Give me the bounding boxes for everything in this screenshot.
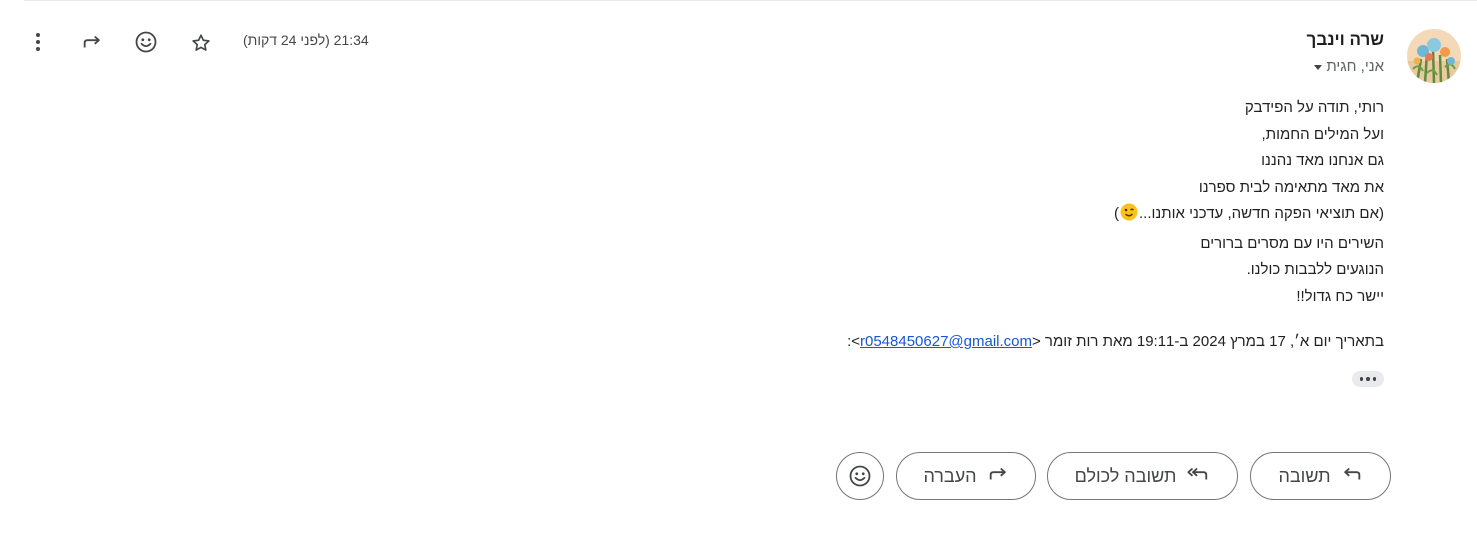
body-line: יישר כח גדול!! — [1296, 287, 1384, 305]
quote-header: בתאריך יום א׳, 17 במרץ 2024 ב-19:11 מאת … — [847, 333, 1384, 350]
reply-button[interactable]: תשובה — [1250, 452, 1391, 500]
message-timestamp: 21:34 (לפני 24 דקות) — [243, 32, 369, 48]
forward-button[interactable]: העברה — [896, 452, 1036, 500]
forward-icon[interactable] — [78, 28, 106, 56]
quote-email-link[interactable]: r0548450627@gmail.com — [860, 333, 1032, 350]
reply-all-label: תשובה לכולם — [1074, 465, 1177, 486]
star-icon[interactable] — [187, 29, 215, 57]
ellipsis-icon — [1366, 377, 1370, 381]
forward-label: העברה — [923, 465, 977, 486]
add-reaction-icon[interactable] — [132, 28, 160, 56]
body-line: (אם תוציאי הפקה חדשה, עדכני אותנו...) — [1114, 201, 1384, 231]
body-line: רותי, תודה על הפידבק — [1244, 99, 1384, 116]
recipients-label: אני, חגית — [1326, 58, 1384, 75]
quote-prefix: בתאריך יום א׳, 17 במרץ 2024 ב-19:11 מאת … — [1032, 333, 1384, 350]
body-line: גם אנחנו מאד נהננו — [1261, 152, 1384, 169]
sender-avatar[interactable] — [1407, 29, 1461, 83]
body-line: את מאד מתאימה לבית ספרנו — [1198, 178, 1384, 196]
wink-emoji-icon — [1120, 203, 1138, 231]
body-text: (אם תוציאי הפקה חדשה, עדכני אותנו... — [1138, 205, 1384, 222]
reply-all-icon — [1186, 463, 1210, 490]
ellipsis-icon — [1359, 377, 1364, 381]
reply-icon — [1341, 463, 1363, 490]
reply-all-button[interactable]: תשובה לכולם — [1047, 452, 1238, 500]
forward-button-icon — [987, 463, 1009, 490]
reply-label: תשובה — [1278, 465, 1331, 486]
body-text: ) — [1113, 205, 1119, 222]
emoji-reaction-button[interactable] — [836, 452, 884, 500]
more-vert-icon[interactable] — [24, 28, 52, 56]
smiley-icon — [849, 465, 871, 487]
divider — [24, 0, 1477, 1]
body-line: ועל המילים החמות, — [1261, 125, 1384, 143]
caret-down-icon — [1314, 65, 1323, 70]
sender-name[interactable]: שרה וינבך — [1307, 30, 1384, 50]
message-body: רותי, תודה על הפידבק ועל המילים החמות, ג… — [1114, 95, 1384, 310]
show-trimmed-content-button[interactable] — [1352, 371, 1384, 387]
ellipsis-icon — [1372, 377, 1377, 381]
body-line: הנוגעים ללבבות כולנו. — [1246, 261, 1384, 278]
body-line: השירים היו עם מסרים ברורים — [1200, 234, 1384, 252]
quote-suffix: >: — [847, 333, 860, 350]
recipients-toggle[interactable]: אני, חגית — [1314, 58, 1384, 75]
